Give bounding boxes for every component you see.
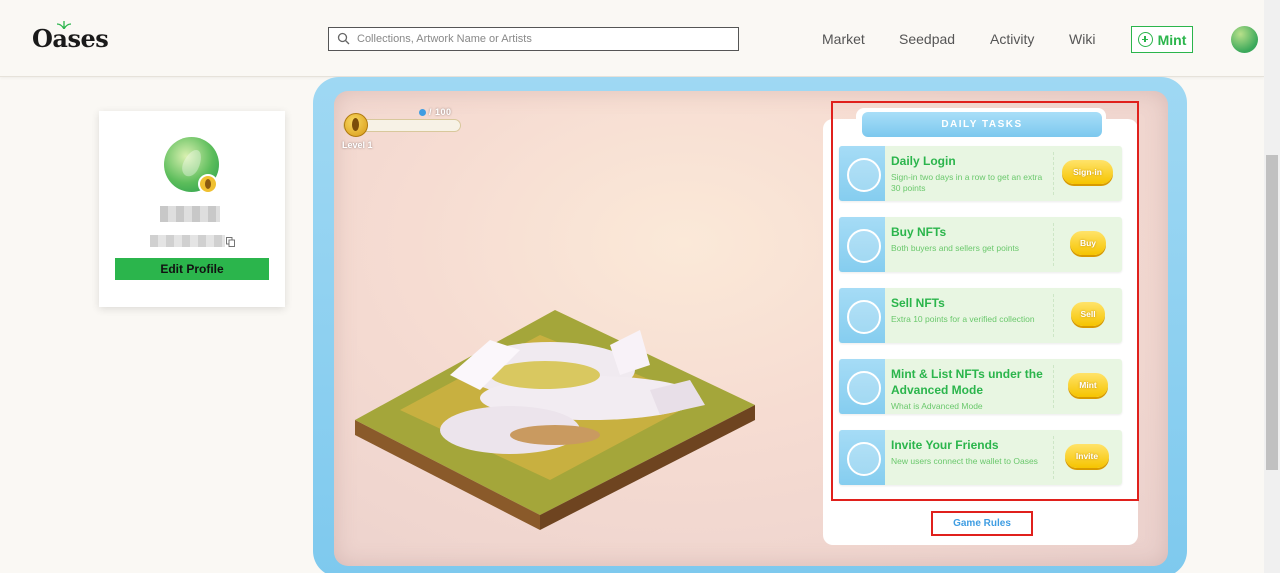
leaf-icon <box>57 21 71 29</box>
user-avatar[interactable] <box>1231 26 1258 53</box>
seed-icon <box>344 113 368 137</box>
mint-button[interactable]: Mint <box>1131 26 1193 53</box>
leaf-icon <box>178 146 206 180</box>
nav-market[interactable]: Market <box>822 31 865 47</box>
level-label: Level 1 <box>342 140 373 150</box>
search-icon <box>337 32 350 45</box>
blurred-wallet-address <box>150 235 225 247</box>
points-counter: / 100 <box>419 107 452 117</box>
scrollbar-thumb[interactable] <box>1266 155 1278 470</box>
mint-label: Mint <box>1157 31 1187 48</box>
game-rules-link[interactable]: Game Rules <box>931 511 1033 536</box>
copy-icon[interactable] <box>226 237 235 247</box>
nav-wiki[interactable]: Wiki <box>1069 31 1095 47</box>
tasks-highlight-box <box>831 101 1139 501</box>
top-header: Oases Market Seedpad Activity Wiki Mint <box>0 0 1264 77</box>
page-scrollbar[interactable] <box>1264 0 1280 573</box>
blurred-username <box>160 206 220 222</box>
nav-seedpad[interactable]: Seedpad <box>899 31 955 47</box>
profile-card: Edit Profile <box>99 111 285 307</box>
search-box[interactable] <box>328 27 739 51</box>
nav-activity[interactable]: Activity <box>990 31 1034 47</box>
island-illustration <box>355 310 755 530</box>
seed-badge-icon <box>198 174 218 194</box>
points-dot-icon <box>419 108 426 116</box>
plus-circle-icon <box>1137 32 1153 47</box>
points-text: / 100 <box>429 107 452 117</box>
edit-profile-button[interactable]: Edit Profile <box>115 258 269 280</box>
search-input[interactable] <box>357 30 727 48</box>
